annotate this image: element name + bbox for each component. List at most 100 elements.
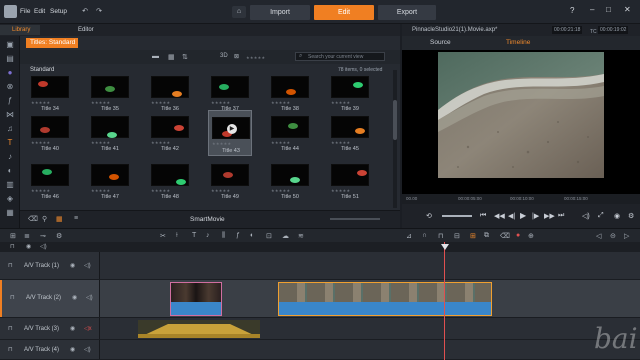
title-rating[interactable]: ★★★★★ [331, 140, 350, 145]
step-forward-icon[interactable]: ▶▶ [544, 212, 555, 220]
audio-mixer-icon[interactable]: ♪ [206, 232, 210, 239]
preview-settings-icon[interactable]: ⚙ [628, 212, 634, 220]
help-icon[interactable]: ? [570, 6, 574, 15]
track-options-icon[interactable]: ≣ [24, 232, 30, 240]
title-item[interactable]: ★★★★★ Title 50 [268, 162, 312, 202]
import-mode-button[interactable]: Import [250, 5, 310, 20]
title-item[interactable]: ★★★★★ Title 36 [148, 74, 192, 114]
step-back-icon[interactable]: ◀◀ [494, 212, 505, 220]
title-rating[interactable]: ★★★★★ [91, 140, 110, 145]
title-rating[interactable]: ★★★★★ [271, 140, 290, 145]
title-item[interactable]: ★★★★★ Title 38 [268, 74, 312, 114]
effects-timeline-icon[interactable]: ƒ [236, 232, 240, 239]
track-3-lock-icon[interactable]: ⊓ [8, 325, 13, 332]
play-icon[interactable]: ▶ [520, 211, 526, 220]
montage-icon[interactable]: ⊗ [5, 82, 15, 91]
track-1-eye-icon[interactable]: ◉ [70, 262, 75, 269]
undo-icon[interactable]: ↶ [78, 6, 92, 18]
title-item[interactable]: ★★★★★ Title 44 [268, 114, 312, 154]
title-rating[interactable]: ★★★★★ [331, 188, 350, 193]
effects-icon[interactable]: ƒ [5, 96, 15, 105]
smartmovie-label[interactable]: SmartMovie [190, 216, 225, 223]
motion-icon[interactable]: ⊡ [266, 232, 272, 240]
title-rating[interactable]: ★★★★★ [331, 100, 350, 105]
sound-icon[interactable]: ♪ [5, 152, 15, 161]
track-3-eye-icon[interactable]: ◉ [70, 325, 75, 332]
search-input[interactable]: Search your current view [295, 52, 385, 61]
edit-mode-button[interactable]: Edit [314, 5, 374, 20]
title-rating[interactable]: ★★★★★ [91, 100, 110, 105]
title-rating[interactable]: ★★★★★ [31, 140, 50, 145]
snapshot-icon[interactable]: ◉ [614, 212, 620, 220]
zoom-out-icon[interactable]: ◁ [596, 232, 601, 240]
thumbnail-size-slider[interactable] [330, 218, 380, 220]
library-scrollbar[interactable] [393, 70, 397, 208]
menu-file[interactable]: File [20, 8, 30, 15]
track-4-eye-icon[interactable]: ◉ [70, 346, 75, 353]
close-icon[interactable]: ✕ [624, 5, 631, 14]
title-item[interactable]: ★★★★★ Title 37 [208, 74, 252, 114]
playhead-marker[interactable] [441, 244, 449, 250]
3d-filter-icon[interactable]: 3D [220, 53, 228, 59]
title-rating[interactable]: ★★★★★ [212, 141, 231, 146]
menu-setup[interactable]: Setup [50, 8, 67, 15]
track-2-header[interactable]: ⊓ A/V Track (2) ◉ ◁) [0, 280, 100, 317]
color-icon[interactable]: ◐ [5, 166, 15, 175]
track-1-header[interactable]: ⊓ A/V Track (1) ◉ ◁) [0, 252, 100, 279]
filter-icon[interactable]: ⚲ [42, 215, 47, 223]
titles-category-dropdown[interactable]: Titles: Standard [26, 38, 78, 48]
record-icon[interactable]: ● [516, 232, 520, 239]
menu-edit[interactable]: Edit [34, 8, 45, 15]
title-rating[interactable]: ★★★★★ [31, 100, 50, 105]
play-preview-icon[interactable]: ▶ [227, 124, 237, 134]
add-track-icon[interactable]: ⊞ [10, 232, 16, 240]
title-rating[interactable]: ★★★★★ [151, 100, 170, 105]
sort-icon[interactable]: ⇅ [182, 53, 188, 61]
lock-icon[interactable]: ⊓ [10, 243, 15, 250]
title-item[interactable]: ★★★★★ Title 45 [328, 114, 372, 154]
folder-icon[interactable]: ▬ [152, 53, 159, 60]
color-correct-icon[interactable]: ◐ [250, 232, 254, 239]
track-3-muted-icon[interactable]: ◁x [84, 325, 92, 332]
title-rating[interactable]: ★★★★★ [271, 100, 290, 105]
dynamic-length-icon[interactable]: ⊓ [438, 232, 443, 240]
rating-filter[interactable]: ★★★★★ [246, 55, 265, 60]
collection-icon[interactable]: ▣ [5, 40, 15, 49]
cloud-icon[interactable]: ☁ [282, 232, 289, 240]
music-icon[interactable]: ♫ [5, 124, 15, 133]
voiceover-icon[interactable]: ⊕ [528, 232, 534, 240]
titles-icon[interactable]: T [5, 138, 15, 147]
overwrite-icon[interactable]: ⧉ [484, 232, 489, 240]
media-icon[interactable]: ▤ [5, 54, 15, 63]
title-item[interactable]: ★★★★★ Title 47 [88, 162, 132, 202]
track-1-speaker-icon[interactable]: ◁) [84, 262, 91, 269]
razor-icon[interactable]: ✂ [160, 232, 166, 240]
tab-editor[interactable]: Editor [66, 25, 106, 35]
audio-clip-track-3[interactable] [138, 320, 260, 338]
template-icon[interactable]: ▦ [5, 208, 15, 217]
view-toggle-icon[interactable]: ▦ [56, 215, 63, 223]
audio-toggle-icon[interactable]: ◁) [40, 243, 47, 250]
shuttle-slider[interactable] [442, 215, 472, 217]
clip-orange[interactable] [278, 282, 492, 316]
go-start-icon[interactable]: ⏮ [480, 212, 486, 220]
loop-icon[interactable]: ⟲ [426, 212, 432, 220]
track-2-lock-icon[interactable]: ⊓ [10, 294, 15, 301]
trash-icon[interactable]: ⌫ [28, 215, 38, 223]
timeline-playhead[interactable] [444, 242, 445, 360]
title-item[interactable]: ★★★★★ Title 46 [28, 162, 72, 202]
redo-icon[interactable]: ↷ [92, 6, 106, 18]
home-icon[interactable]: ⌂ [232, 6, 246, 18]
tab-library[interactable]: Library [0, 25, 40, 35]
marker-icon[interactable]: ⍿ [176, 232, 178, 240]
timeline-ruler[interactable]: ⊓ ◉ ◁) [0, 242, 640, 252]
title-item[interactable]: ★★★★★ Title 35 [88, 74, 132, 114]
tab-timeline[interactable]: Timeline [506, 39, 530, 46]
magnet-icon[interactable]: ∩ [422, 232, 427, 239]
title-item[interactable]: ▶ ★★★★★ Title 43 [208, 110, 252, 156]
list-icon[interactable]: ≡ [74, 215, 78, 222]
title-rating[interactable]: ★★★★★ [91, 188, 110, 193]
track-4-lock-icon[interactable]: ⊓ [8, 346, 13, 353]
grid-view-icon[interactable]: ▦ [168, 53, 175, 61]
disc-icon[interactable]: ● [5, 68, 15, 77]
